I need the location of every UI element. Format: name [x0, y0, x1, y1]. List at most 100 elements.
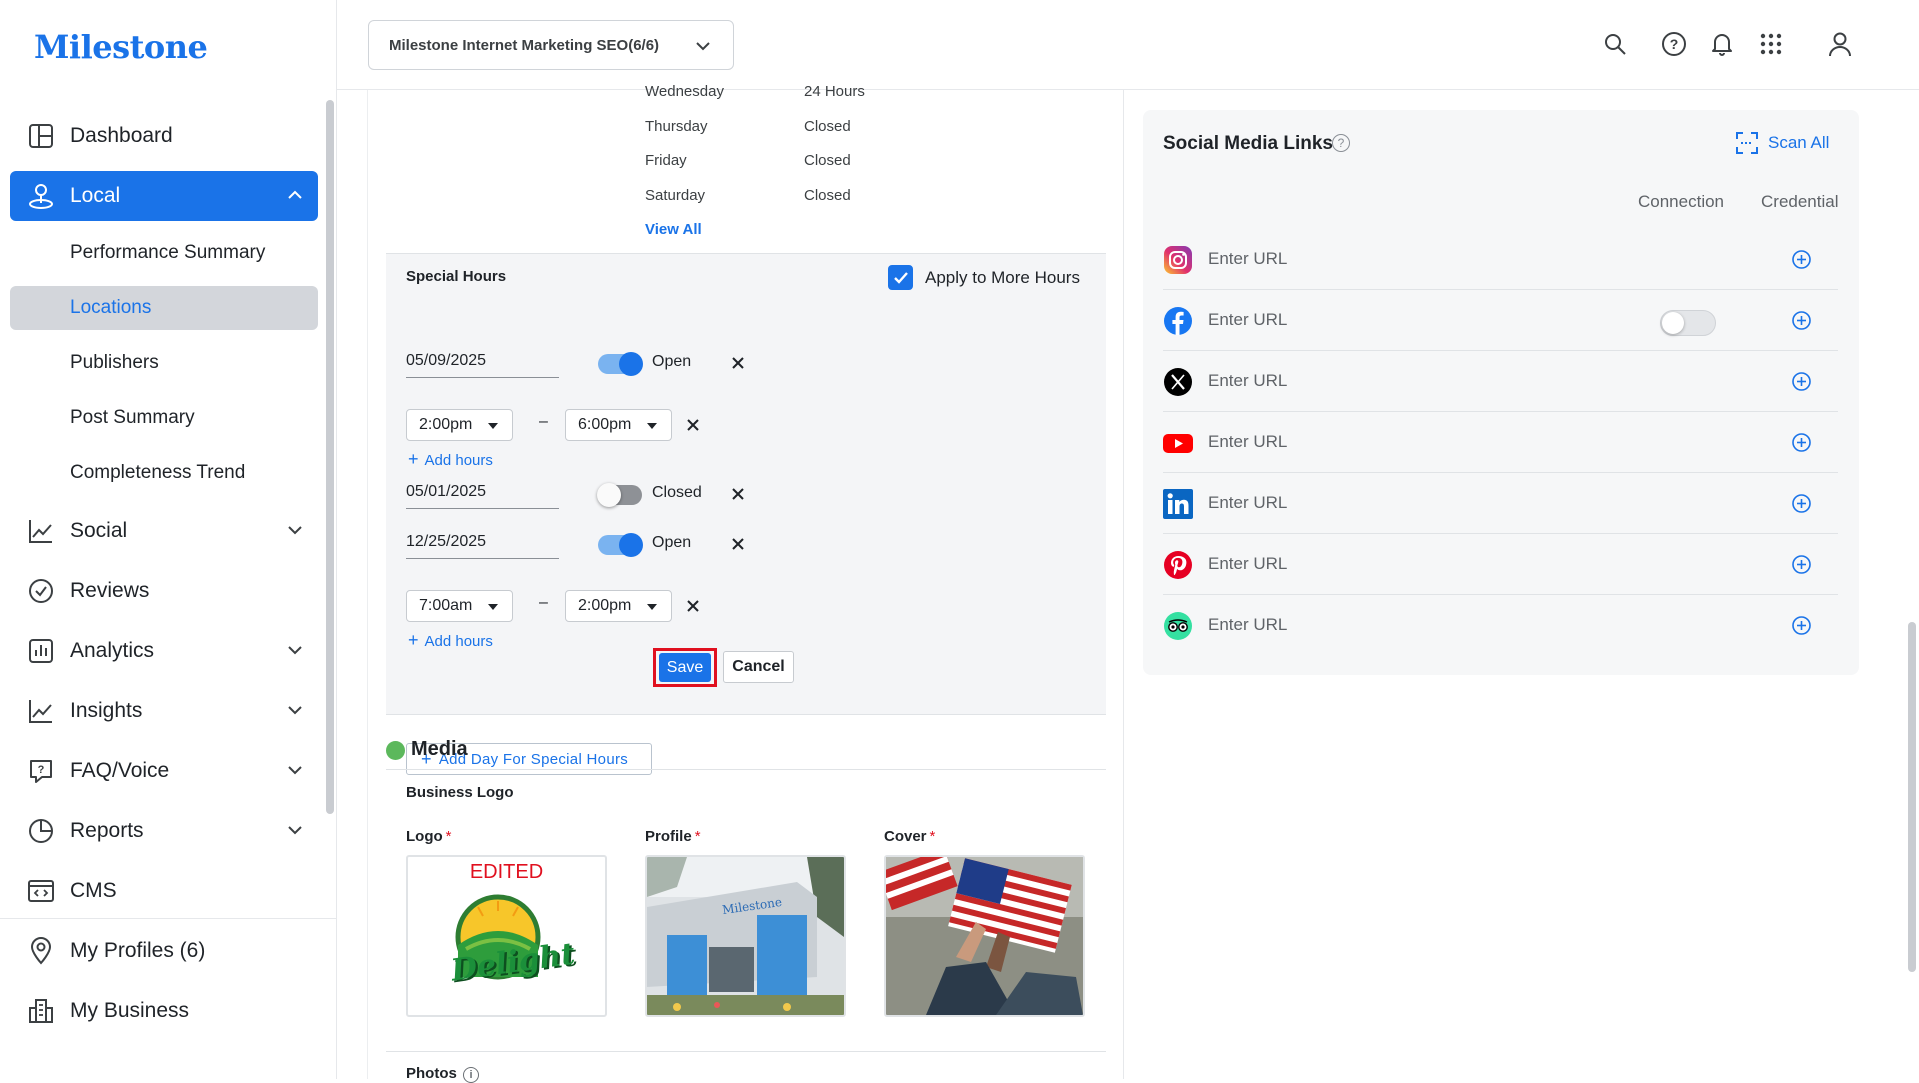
trend-icon — [26, 696, 56, 726]
x-icon — [1163, 367, 1193, 397]
add-credential-plus-icon[interactable] — [1791, 310, 1812, 331]
nav-reports[interactable]: Reports — [10, 806, 318, 856]
faq-bubble-icon: ? — [26, 756, 56, 786]
nav-locations[interactable]: Locations — [10, 286, 318, 330]
building-icon — [26, 996, 56, 1026]
chevron-up-icon — [286, 186, 304, 204]
open-toggle[interactable] — [598, 352, 643, 376]
nav-post-summary[interactable]: Post Summary — [10, 396, 318, 440]
remove-hours-close-icon[interactable] — [684, 416, 702, 434]
sidebar-scrollbar[interactable] — [326, 100, 334, 814]
view-all-link[interactable]: View All — [645, 221, 702, 238]
status-dot — [386, 741, 405, 760]
plus-icon: + — [408, 449, 419, 469]
page-scrollbar[interactable] — [1908, 622, 1916, 972]
add-hours-link[interactable]: + Add hours — [408, 449, 493, 470]
milestone-logo[interactable]: Milestone — [34, 28, 208, 66]
social-media-links-card: Social Media Links ? Scan All Connection… — [1143, 110, 1859, 675]
add-hours-link[interactable]: + Add hours — [408, 630, 493, 651]
hours-value-wednesday: 24 Hours — [804, 83, 865, 100]
time-range-dash: – — [539, 594, 548, 611]
photos-divider — [386, 1051, 1106, 1052]
svg-text:?: ? — [38, 764, 45, 776]
apply-more-hours-checkbox[interactable] — [888, 265, 913, 290]
info-icon[interactable]: i — [463, 1067, 479, 1083]
nav-my-profiles[interactable]: My Profiles (6) — [10, 926, 318, 976]
hours-day-saturday: Saturday — [645, 187, 706, 204]
special-date-field[interactable]: 12/25/2025 — [406, 529, 559, 559]
special-date-field[interactable]: 05/09/2025 — [406, 348, 559, 378]
apply-more-hours-label[interactable]: Apply to More Hours — [925, 268, 1080, 288]
profile-image[interactable]: Milestone — [645, 855, 846, 1017]
facebook-connection-toggle[interactable] — [1660, 310, 1716, 336]
save-button[interactable]: Save — [659, 653, 711, 682]
nav-publishers[interactable]: Publishers — [10, 341, 318, 385]
nav-locations-label: Locations — [70, 297, 152, 318]
nav-my-business[interactable]: My Business — [10, 986, 318, 1036]
nav-completeness-trend-label: Completeness Trend — [70, 462, 246, 483]
hours-value-saturday: Closed — [804, 187, 851, 204]
photos-title: Photos — [406, 1065, 457, 1082]
org-selector[interactable]: Milestone Internet Marketing SEO(6/6) — [368, 20, 734, 70]
nav-cms[interactable]: CMS — [10, 866, 318, 916]
help-circle-icon[interactable]: ? — [1332, 134, 1350, 152]
add-credential-plus-icon[interactable] — [1791, 615, 1812, 636]
bell-icon[interactable] — [1708, 30, 1736, 58]
start-time-select[interactable]: 7:00am — [406, 590, 513, 622]
top-header: Milestone Internet Marketing SEO(6/6) ? — [337, 0, 1919, 90]
closed-toggle[interactable] — [597, 483, 642, 507]
remove-day-close-icon[interactable] — [729, 535, 747, 553]
time-range-dash: – — [539, 413, 548, 430]
help-icon[interactable]: ? — [1660, 30, 1688, 58]
nav-completeness-trend[interactable]: Completeness Trend — [10, 451, 318, 495]
facebook-url-input[interactable]: Enter URL — [1208, 310, 1287, 330]
add-credential-plus-icon[interactable] — [1791, 554, 1812, 575]
remove-day-close-icon[interactable] — [729, 485, 747, 503]
open-toggle[interactable] — [598, 533, 643, 557]
facebook-icon — [1163, 306, 1193, 336]
remove-hours-close-icon[interactable] — [684, 597, 702, 615]
add-credential-plus-icon[interactable] — [1791, 371, 1812, 392]
logo-image[interactable]: EDITED Delight — [406, 855, 607, 1017]
add-credential-plus-icon[interactable] — [1791, 493, 1812, 514]
nav-reports-label: Reports — [70, 819, 144, 842]
search-icon[interactable] — [1601, 30, 1629, 58]
youtube-url-input[interactable]: Enter URL — [1208, 432, 1287, 452]
social-row-facebook: Enter URL — [1163, 290, 1838, 351]
nav-analytics[interactable]: Analytics — [10, 626, 318, 676]
pinterest-url-input[interactable]: Enter URL — [1208, 554, 1287, 574]
nav-analytics-label: Analytics — [70, 639, 155, 662]
code-window-icon — [26, 876, 56, 906]
nav-local[interactable]: Local — [10, 171, 318, 221]
nav-insights[interactable]: Insights — [10, 686, 318, 736]
nav-faq-voice[interactable]: ? FAQ/Voice — [10, 746, 318, 796]
add-credential-plus-icon[interactable] — [1791, 249, 1812, 270]
profile-label-text: Profile — [645, 828, 692, 845]
x-url-input[interactable]: Enter URL — [1208, 371, 1287, 391]
closed-state-label: Closed — [652, 484, 702, 501]
end-time-select[interactable]: 6:00pm — [565, 409, 672, 441]
scan-all-button[interactable]: Scan All — [1736, 132, 1829, 154]
remove-day-close-icon[interactable] — [729, 354, 747, 372]
pie-chart-icon — [26, 816, 56, 846]
chevron-down-icon — [286, 821, 304, 839]
end-time-select[interactable]: 2:00pm — [565, 590, 672, 622]
nav-performance-summary[interactable]: Performance Summary — [10, 231, 318, 275]
linkedin-url-input[interactable]: Enter URL — [1208, 493, 1287, 513]
open-state-label: Open — [652, 353, 692, 370]
cover-image[interactable] — [884, 855, 1085, 1017]
nav-dashboard[interactable]: Dashboard — [10, 111, 318, 161]
instagram-url-input[interactable]: Enter URL — [1208, 249, 1287, 269]
add-credential-plus-icon[interactable] — [1791, 432, 1812, 453]
nav-reviews[interactable]: Reviews — [10, 566, 318, 616]
add-hours-label: Add hours — [424, 633, 493, 650]
start-time-select[interactable]: 2:00pm — [406, 409, 513, 441]
user-icon[interactable] — [1826, 30, 1854, 58]
logo-label: Logo * — [406, 828, 452, 845]
sidebar: Milestone Dashboard Local Performance Su… — [0, 0, 337, 1079]
cancel-button[interactable]: Cancel — [723, 651, 794, 683]
special-date-field[interactable]: 05/01/2025 — [406, 479, 559, 509]
nav-social[interactable]: Social — [10, 506, 318, 556]
tripadvisor-url-input[interactable]: Enter URL — [1208, 615, 1287, 635]
apps-grid-icon[interactable] — [1757, 30, 1785, 58]
